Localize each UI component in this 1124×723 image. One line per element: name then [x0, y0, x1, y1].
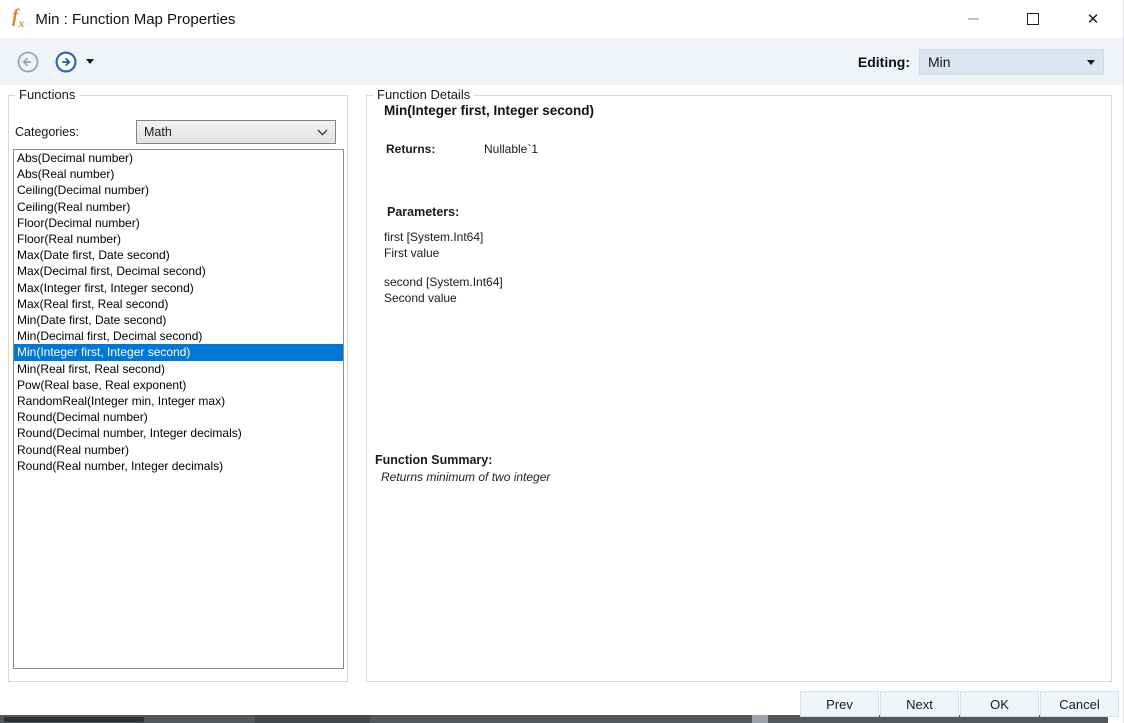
- window-controls: ✕: [943, 0, 1123, 38]
- function-summary-label: Function Summary:: [375, 453, 492, 467]
- list-item[interactable]: Round(Real number): [14, 442, 343, 458]
- editing-label: Editing:: [858, 54, 910, 70]
- list-item[interactable]: Min(Real first, Real second): [14, 361, 343, 377]
- function-details-groupbox: Function Details Min(Integer first, Inte…: [366, 95, 1112, 682]
- list-item[interactable]: Floor(Decimal number): [14, 215, 343, 231]
- list-item[interactable]: Floor(Real number): [14, 231, 343, 247]
- parameter-item: first [System.Int64] First value: [384, 230, 483, 261]
- fx-function-icon: fx: [12, 7, 24, 29]
- function-details-group-label: Function Details: [373, 87, 474, 102]
- function-signature: Min(Integer first, Integer second): [384, 103, 594, 118]
- functions-group-label: Functions: [15, 87, 79, 102]
- minimize-icon: [968, 18, 979, 20]
- forward-arrow-icon: [54, 49, 78, 75]
- categories-combobox[interactable]: Math: [136, 120, 336, 144]
- chevron-down-icon: [317, 129, 328, 136]
- list-item[interactable]: Max(Real first, Real second): [14, 296, 343, 312]
- returns-row: Returns: Nullable`1: [386, 142, 538, 156]
- returns-label: Returns:: [386, 142, 484, 156]
- parameter-description: Second value: [384, 291, 503, 307]
- prev-button[interactable]: Prev: [800, 691, 879, 717]
- parameter-name: first [System.Int64]: [384, 230, 483, 246]
- window-title: Min : Function Map Properties: [35, 11, 235, 28]
- toolbar: Editing: Min: [0, 38, 1123, 85]
- dialog-window: fx Min : Function Map Properties ✕ Editi…: [0, 0, 1124, 723]
- list-item[interactable]: Max(Integer first, Integer second): [14, 280, 343, 296]
- parameter-name: second [System.Int64]: [384, 275, 503, 291]
- editing-combobox-value: Min: [928, 54, 951, 70]
- back-button[interactable]: [16, 50, 40, 74]
- parameter-item: second [System.Int64] Second value: [384, 275, 503, 306]
- parameter-description: First value: [384, 246, 483, 262]
- function-summary-text: Returns minimum of two integer: [381, 470, 550, 484]
- list-item[interactable]: RandomReal(Integer min, Integer max): [14, 393, 343, 409]
- list-item[interactable]: Min(Decimal first, Decimal second): [14, 328, 343, 344]
- ok-button[interactable]: OK: [960, 691, 1039, 717]
- list-item[interactable]: Round(Decimal number): [14, 409, 343, 425]
- returns-value: Nullable`1: [484, 142, 538, 156]
- editing-combobox[interactable]: Min: [919, 49, 1104, 75]
- maximize-icon: [1027, 13, 1039, 25]
- back-arrow-icon: [16, 50, 40, 74]
- list-item[interactable]: Max(Date first, Date second): [14, 247, 343, 263]
- minimize-button[interactable]: [943, 0, 1003, 38]
- list-item[interactable]: Abs(Decimal number): [14, 150, 343, 166]
- next-button[interactable]: Next: [880, 691, 959, 717]
- function-list[interactable]: Abs(Decimal number)Abs(Real number)Ceili…: [13, 149, 344, 669]
- list-item[interactable]: Ceiling(Decimal number): [14, 182, 343, 198]
- title-bar: fx Min : Function Map Properties ✕: [0, 0, 1123, 38]
- list-item[interactable]: Round(Real number, Integer decimals): [14, 458, 343, 474]
- combobox-caret-icon: [1087, 60, 1095, 65]
- list-item[interactable]: Max(Decimal first, Decimal second): [14, 263, 343, 279]
- list-item[interactable]: Min(Date first, Date second): [14, 312, 343, 328]
- list-item[interactable]: Round(Decimal number, Integer decimals): [14, 425, 343, 441]
- close-button[interactable]: ✕: [1063, 0, 1123, 38]
- parameters-label: Parameters:: [387, 205, 459, 219]
- list-item[interactable]: Min(Integer first, Integer second): [14, 344, 343, 360]
- forward-button[interactable]: [54, 50, 78, 74]
- background-window-text-smudge: [4, 717, 144, 722]
- categories-combobox-value: Math: [144, 125, 172, 139]
- background-window-highlight: [752, 715, 768, 723]
- categories-label: Categories:: [15, 125, 79, 139]
- maximize-button[interactable]: [1003, 0, 1063, 38]
- functions-groupbox: Functions Categories: Math Abs(Decimal n…: [8, 95, 348, 682]
- cancel-button[interactable]: Cancel: [1040, 691, 1119, 717]
- footer-button-bar: Prev Next OK Cancel: [799, 691, 1119, 717]
- list-item[interactable]: Pow(Real base, Real exponent): [14, 377, 343, 393]
- forward-dropdown-caret-icon[interactable]: [86, 59, 94, 64]
- list-item[interactable]: Abs(Real number): [14, 166, 343, 182]
- background-window-segment: [255, 715, 370, 723]
- close-icon: ✕: [1087, 12, 1100, 27]
- editing-group: Editing: Min: [858, 38, 1104, 85]
- list-item[interactable]: Ceiling(Real number): [14, 199, 343, 215]
